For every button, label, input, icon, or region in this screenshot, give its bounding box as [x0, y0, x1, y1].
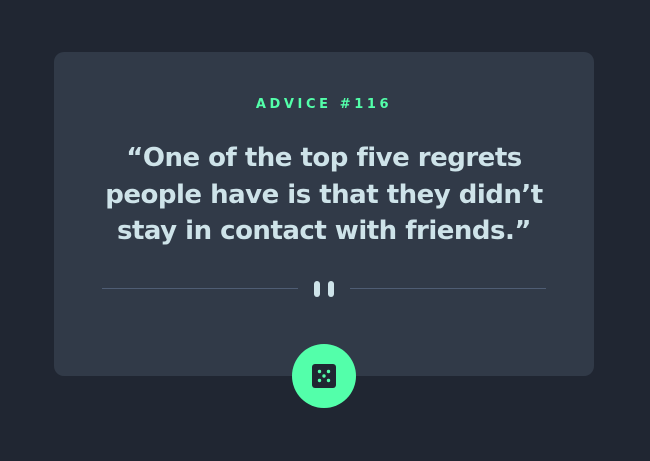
advice-quote: “One of the top five regrets people have…: [105, 143, 543, 246]
dice-icon: [312, 364, 336, 388]
pause-icon: [314, 279, 334, 297]
divider-line-right: [350, 288, 546, 289]
advice-card: ADVICE #116 “One of the top five regrets…: [54, 52, 594, 376]
new-advice-button[interactable]: [292, 344, 356, 408]
divider-line-left: [102, 288, 298, 289]
advice-id-label: ADVICE #116: [255, 97, 393, 112]
pattern-divider: [102, 278, 546, 298]
